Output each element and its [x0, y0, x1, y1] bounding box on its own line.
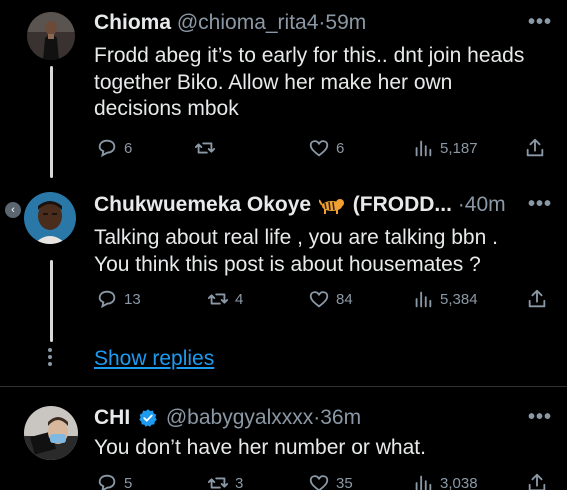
reply-button[interactable]: 5	[96, 472, 132, 490]
reply-button[interactable]: 6	[96, 137, 132, 159]
more-icon[interactable]: •••	[528, 406, 552, 429]
avatar-chukwuemeka[interactable]	[24, 192, 76, 244]
tweet-text-line: You think this post is about housemates …	[94, 252, 481, 276]
show-replies-link[interactable]: Show replies	[94, 347, 214, 371]
share-button[interactable]	[524, 137, 546, 159]
tweet-text-line: together Biko. Allow her make her own	[94, 70, 453, 94]
reply-button[interactable]: 13	[96, 288, 141, 310]
tiger-emoji-icon	[318, 199, 344, 215]
like-count: 84	[336, 290, 353, 308]
author-name[interactable]: Chukwuemeka Okoye	[94, 193, 311, 216]
tweet-text: Frodd abeg it’s to early for this.. dnt …	[94, 43, 524, 123]
views-icon	[415, 291, 432, 308]
tweet-text: You don’t have her number or what.	[94, 435, 426, 462]
author-name[interactable]: CHI	[94, 406, 130, 429]
like-icon	[309, 291, 329, 308]
share-button[interactable]	[526, 472, 548, 490]
tweet-chukwuemeka[interactable]: Chukwuemeka Okoye (FRODD... ·40m ••• Tal…	[0, 180, 567, 342]
tweet-header: Chioma @chioma_rita4·59m	[94, 10, 366, 36]
reply-icon	[98, 474, 116, 490]
like-count: 35	[336, 474, 353, 490]
views-button[interactable]: 5,384	[412, 288, 478, 310]
like-icon	[309, 140, 329, 157]
divider	[0, 386, 567, 387]
views-count: 3,038	[440, 474, 478, 490]
tweet-actions: 6 6 5,187	[96, 137, 549, 161]
retweet-count: 4	[235, 290, 244, 308]
separator-dot: ·	[457, 193, 465, 216]
retweet-icon	[207, 477, 229, 489]
views-button[interactable]: 5,187	[412, 137, 478, 159]
more-replies-dots-icon	[48, 348, 52, 366]
tweet-text: Talking about real life , you are talkin…	[94, 225, 498, 278]
reply-count: 6	[124, 139, 133, 157]
verified-badge-icon	[139, 409, 157, 428]
avatar-chi[interactable]	[24, 406, 78, 460]
timestamp[interactable]: 40m	[465, 193, 506, 216]
views-count: 5,384	[440, 290, 478, 308]
share-icon	[528, 289, 546, 308]
tweet-text-line: Talking about real life , you are talkin…	[94, 226, 498, 249]
like-icon	[309, 475, 329, 490]
tweet-header: CHI @babygyalxxxx·36m	[94, 405, 361, 431]
timestamp[interactable]: 36m	[320, 406, 361, 429]
more-icon[interactable]: •••	[528, 193, 552, 216]
tweet-chi[interactable]: CHI @babygyalxxxx·36m ••• You don’t have…	[0, 392, 567, 490]
retweet-button[interactable]: 4	[207, 288, 243, 310]
like-button[interactable]: 84	[308, 288, 353, 310]
views-button[interactable]: 3,038	[412, 472, 478, 490]
author-handle[interactable]: @babygyalxxxx	[166, 406, 313, 429]
author-handle[interactable]: @chioma_rita4	[177, 11, 319, 34]
retweet-button[interactable]	[194, 137, 222, 159]
avatar-chioma[interactable]	[27, 12, 75, 60]
tweet-actions: 5 3 35 3,038	[96, 472, 549, 490]
reply-icon	[98, 290, 116, 309]
reply-count: 13	[124, 290, 141, 308]
reply-count: 5	[124, 474, 133, 490]
share-icon	[526, 138, 544, 157]
author-name[interactable]: Chioma	[94, 11, 171, 34]
author-name-suffix[interactable]: (FRODD...	[353, 193, 452, 216]
retweet-icon	[194, 142, 216, 154]
tweet-header: Chukwuemeka Okoye (FRODD... ·40m	[94, 192, 506, 218]
tweet-text-line: Frodd abeg it’s to early for this.. dnt …	[94, 44, 525, 67]
reply-icon	[98, 139, 116, 158]
timestamp[interactable]: 59m	[325, 11, 366, 34]
thread-line	[50, 66, 53, 178]
tweet-actions: 13 4 84 5,384	[96, 288, 549, 312]
tweet-text-line: You don’t have her number or what.	[94, 436, 426, 459]
retweet-icon	[207, 293, 229, 305]
tweet-chioma[interactable]: Chioma @chioma_rita4·59m ••• Frodd abeg …	[0, 0, 567, 178]
retweet-button[interactable]: 3	[207, 472, 243, 490]
views-icon	[415, 140, 432, 157]
like-count: 6	[336, 139, 345, 157]
like-button[interactable]: 35	[308, 472, 353, 490]
more-icon[interactable]: •••	[528, 11, 552, 34]
views-icon	[415, 475, 432, 490]
retweet-count: 3	[235, 474, 244, 490]
share-button[interactable]	[526, 288, 548, 310]
share-icon	[528, 473, 546, 490]
tweet-text-line: decisions mbok	[94, 97, 239, 120]
like-button[interactable]: 6	[308, 137, 344, 159]
views-count: 5,187	[440, 139, 478, 157]
thread-line	[50, 260, 53, 342]
